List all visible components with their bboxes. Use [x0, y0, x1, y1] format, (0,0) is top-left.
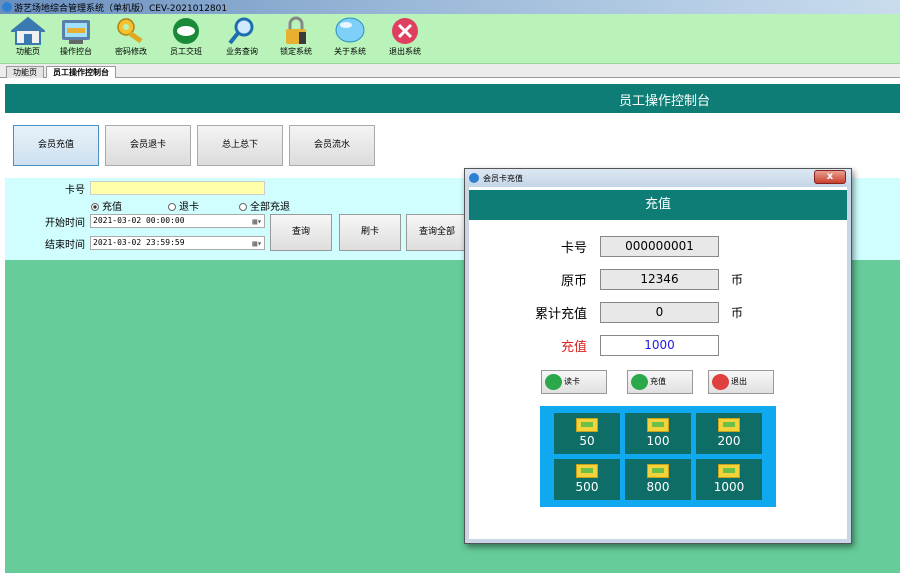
radio-checked-icon — [91, 203, 99, 211]
query-button[interactable]: 查询 — [270, 214, 332, 251]
exit-icon — [388, 16, 422, 46]
toolbar-label: 业务查询 — [226, 47, 258, 56]
query-all-button[interactable]: 查询全部 — [406, 214, 468, 251]
member-flow-button[interactable]: 会员流水 — [289, 125, 375, 166]
calendar-dropdown-icon[interactable]: ▦▾ — [252, 216, 262, 228]
quick-amount-button[interactable]: 500 — [554, 459, 620, 500]
end-time-picker[interactable]: 2021-03-02 23:59:59 ▦▾ — [90, 236, 265, 250]
toolbar-label: 退出系统 — [389, 47, 421, 56]
banknote-icon — [576, 418, 598, 432]
radio-unchecked-icon — [239, 203, 247, 211]
radio-all[interactable]: 全部充退 — [239, 198, 290, 213]
tab-staff-console[interactable]: 员工操作控制台 — [46, 66, 116, 78]
recharge-amount-label: 充值 — [560, 340, 587, 355]
dialog-title: 会员卡充值 — [483, 174, 523, 183]
coin-unit: 币 — [731, 273, 744, 287]
toolbar-item-shift[interactable]: 员工交班 — [158, 16, 214, 62]
dialog-titlebar: 会员卡充值 x — [465, 169, 851, 187]
handshake-icon — [169, 16, 203, 46]
console-icon — [59, 16, 93, 46]
page-title: 员工操作控制台 — [618, 94, 710, 109]
card-number-input[interactable] — [90, 181, 265, 195]
toolbar-item-exit[interactable]: 退出系统 — [377, 16, 433, 62]
banknote-icon — [647, 418, 669, 432]
toolbar-label: 锁定系统 — [280, 47, 312, 56]
swipe-card-button[interactable]: 刷卡 — [339, 214, 401, 251]
tab-home[interactable]: 功能页 — [6, 66, 44, 78]
close-icon — [712, 374, 729, 390]
read-card-button[interactable]: 读卡 — [541, 370, 607, 394]
quick-amount-button[interactable]: 800 — [625, 459, 691, 500]
quick-amount-button[interactable]: 100 — [625, 413, 691, 454]
total-recharge-field: 0 — [600, 302, 719, 323]
app-icon — [469, 173, 479, 183]
toolbar-item-password[interactable]: 密码修改 — [103, 16, 159, 62]
dialog-header: 充值 — [469, 190, 847, 220]
window-titlebar: 游艺场地综合管理系统（单机版）CEV-2021012801 — [0, 0, 900, 14]
lock-icon — [279, 16, 313, 46]
dialog-body: 充值 卡号 000000001 原币 12346 币 累计充值 0 币 充值 1… — [469, 187, 847, 539]
radio-refund[interactable]: 退卡 — [168, 198, 199, 213]
banknote-icon — [718, 418, 740, 432]
coin-unit: 币 — [731, 306, 744, 320]
recharge-button[interactable]: 充值 — [627, 370, 693, 394]
recharge-dialog: 会员卡充值 x 充值 卡号 000000001 原币 12346 币 累计充值 … — [464, 168, 852, 544]
tab-strip: 功能页 员工操作控制台 — [0, 64, 900, 78]
radio-unchecked-icon — [168, 203, 176, 211]
start-time-label: 开始时间 — [45, 218, 85, 229]
toolbar-label: 关于系统 — [334, 47, 366, 56]
key-icon — [114, 16, 148, 46]
app-icon — [2, 2, 12, 12]
original-coins-label: 原币 — [560, 274, 587, 289]
toolbar-item-console[interactable]: 操作控台 — [48, 16, 104, 62]
window-title: 游艺场地综合管理系统（单机版）CEV-2021012801 — [14, 4, 228, 14]
card-number-label: 卡号 — [560, 241, 587, 256]
calendar-dropdown-icon[interactable]: ▦▾ — [252, 238, 262, 250]
home-icon — [9, 16, 47, 46]
toolbar-label: 操作控台 — [60, 47, 92, 56]
quick-amount-button[interactable]: 1000 — [696, 459, 762, 500]
main-toolbar: 功能页 操作控台 密码修改 员工交班 业务查询 锁定系统 关于系统 退出系统 — [0, 14, 900, 64]
exit-button[interactable]: 退出 — [708, 370, 774, 394]
radio-recharge[interactable]: 充值 — [91, 198, 122, 213]
chat-icon — [545, 374, 562, 390]
checkmark-icon — [631, 374, 648, 390]
banknote-icon — [576, 464, 598, 478]
quick-amount-button[interactable]: 200 — [696, 413, 762, 454]
member-recharge-button[interactable]: 会员充值 — [13, 125, 99, 166]
recharge-amount-input[interactable]: 1000 — [600, 335, 719, 356]
quick-amount-grid: 50 100 200 500 800 1000 — [540, 406, 776, 507]
toolbar-label: 密码修改 — [115, 47, 147, 56]
toolbar-item-lock[interactable]: 锁定系统 — [268, 16, 324, 62]
start-time-picker[interactable]: 2021-03-02 00:00:00 ▦▾ — [90, 214, 265, 228]
original-coins-field: 12346 — [600, 269, 719, 290]
card-number-field: 000000001 — [600, 236, 719, 257]
close-button[interactable]: x — [814, 170, 846, 184]
total-recharge-label: 累计充值 — [534, 307, 587, 322]
quick-amount-button[interactable]: 50 — [554, 413, 620, 454]
page-header: 员工操作控制台 — [5, 84, 900, 113]
toolbar-label: 员工交班 — [170, 47, 202, 56]
banknote-icon — [718, 464, 740, 478]
member-refund-button[interactable]: 会员退卡 — [105, 125, 191, 166]
toolbar-item-about[interactable]: 关于系统 — [322, 16, 378, 62]
toolbar-item-query[interactable]: 业务查询 — [214, 16, 270, 62]
magnifier-icon — [225, 16, 259, 46]
info-bubble-icon — [333, 16, 367, 46]
total-up-down-button[interactable]: 总上总下 — [197, 125, 283, 166]
card-number-label: 卡号 — [65, 185, 85, 196]
banknote-icon — [647, 464, 669, 478]
end-time-label: 结束时间 — [45, 240, 85, 251]
